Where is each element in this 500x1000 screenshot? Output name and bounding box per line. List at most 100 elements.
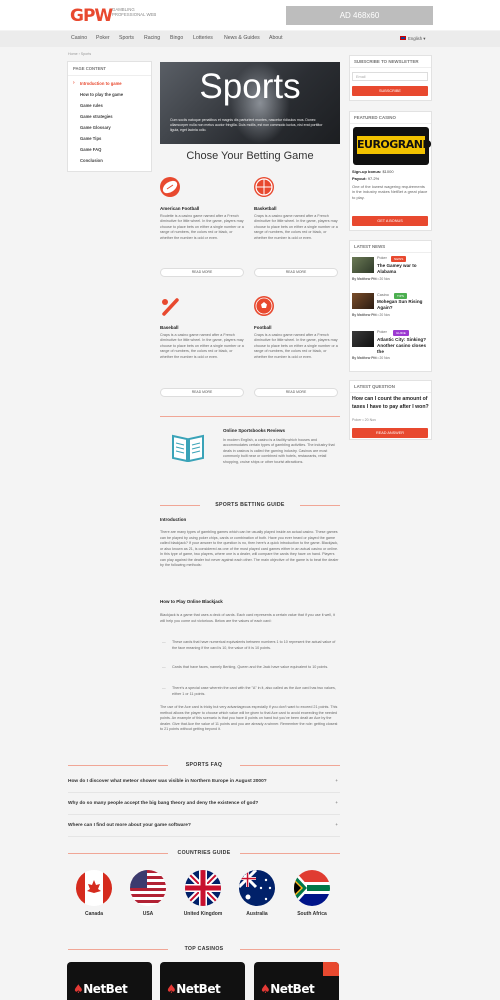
- country-name[interactable]: USA: [118, 911, 178, 917]
- news-category: Casino: [377, 293, 389, 297]
- expand-icon: +: [335, 779, 338, 784]
- game-description: Craps is a casino game named after a Fre…: [254, 214, 338, 240]
- nav-item-news-guides[interactable]: News & Guides: [224, 35, 260, 41]
- guide-title: SPORTS BETTING GUIDE: [160, 502, 340, 508]
- site-logo[interactable]: GPW: [70, 6, 113, 26]
- game-description: Roulette is a casino game named after a …: [160, 214, 244, 240]
- news-category: Poker: [377, 256, 387, 260]
- country-name[interactable]: Canada: [64, 911, 124, 917]
- faq-item[interactable]: Why do so many people accept the big ban…: [68, 797, 340, 815]
- news-thumbnail: [352, 331, 374, 347]
- casino-card[interactable]: ♠NetBet: [67, 962, 152, 1000]
- nav-item-casino[interactable]: Casino: [71, 35, 87, 41]
- canada-flag-icon[interactable]: [76, 870, 112, 906]
- question-title: LATEST QUESTION: [350, 381, 431, 393]
- hero-title: Sports: [199, 67, 301, 106]
- basketball-icon: [254, 177, 274, 197]
- news-headline[interactable]: Atlantic City: Sinking? Another casino c…: [377, 337, 433, 355]
- nav-item-sports[interactable]: Sports: [119, 35, 134, 41]
- news-date: • 20 Nov: [377, 356, 390, 360]
- toc-item-rules[interactable]: Game rules: [68, 100, 151, 111]
- nav-item-poker[interactable]: Poker: [96, 35, 110, 41]
- news-thumbnail: [352, 257, 374, 273]
- toc-item-tips[interactable]: Game Tips: [68, 133, 151, 144]
- australia-flag-icon[interactable]: [239, 870, 275, 906]
- question-meta: Poker • 20 Nov: [352, 418, 377, 422]
- toc-item-strategies[interactable]: Game strategies: [68, 111, 151, 122]
- language-label: English ▾: [408, 36, 426, 41]
- subscribe-button[interactable]: SUBSCRIBE: [352, 86, 428, 96]
- news-headline[interactable]: The Gamey war to Alabama: [377, 263, 433, 275]
- game-name: American Football: [160, 206, 200, 211]
- news-tag: NEWS: [391, 256, 407, 262]
- casino-card[interactable]: ♠NetBet: [254, 962, 339, 1000]
- country-name[interactable]: Australia: [227, 911, 287, 917]
- email-input[interactable]: Email: [352, 72, 428, 81]
- ad-banner[interactable]: AD 468x60: [286, 6, 433, 25]
- hero-banner: Sports Cum sociis natoque penatibus et m…: [160, 62, 340, 144]
- read-more-button[interactable]: READ MORE: [254, 388, 338, 397]
- logo-tagline: Gambling Professional Web: [112, 7, 157, 17]
- featured-title: FEATURED CASINO: [350, 112, 431, 124]
- game-description: Craps is a casino game named after a Fre…: [160, 333, 244, 359]
- breadcrumb[interactable]: Home › Sports: [68, 52, 91, 56]
- main-nav: Casino Poker Sports Racing Bingo Lotteri…: [0, 31, 500, 47]
- nav-item-bingo[interactable]: Bingo: [170, 35, 183, 41]
- outro-paragraph: The use of the Ace card is tricky but ve…: [160, 705, 338, 731]
- expand-icon: +: [335, 823, 338, 828]
- news-author: By Matthew Pitt: [352, 356, 377, 360]
- faq-item[interactable]: Where can I find out more about your gam…: [68, 819, 340, 837]
- ribbon-badge: [323, 962, 339, 976]
- eurogrand-logo[interactable]: EUROGRAND: [353, 127, 432, 165]
- toc-item-conclusion[interactable]: Conclusion: [68, 155, 151, 166]
- payout-value: 97.2%: [367, 176, 380, 181]
- football-icon: [160, 177, 180, 197]
- news-thumbnail: [352, 293, 374, 309]
- get-bonus-button[interactable]: GET A BONUS: [352, 216, 428, 226]
- news-tag: GUIDE: [393, 330, 409, 336]
- reviews-title[interactable]: Online Sportsbooks Reviews: [223, 428, 285, 433]
- netbet-logo: ♠NetBet: [166, 982, 221, 996]
- toc-item-introduction[interactable]: Introduction to game: [68, 78, 151, 89]
- expand-icon: +: [335, 801, 338, 806]
- faq-item[interactable]: How do I discover what meteor shower was…: [68, 775, 340, 793]
- news-byline: By Matthew Pitt • 20 Nov: [352, 313, 390, 317]
- read-more-button[interactable]: READ MORE: [160, 268, 244, 277]
- question-text[interactable]: How can I count the amount of taxes I ha…: [352, 395, 430, 411]
- usa-flag-icon[interactable]: [130, 870, 166, 906]
- divider: [160, 416, 340, 417]
- casino-card[interactable]: ♠NetBet: [160, 962, 245, 1000]
- news-category: Poker: [377, 330, 387, 334]
- casino-brand: EUROGRAND: [357, 136, 432, 154]
- countries-title: COUNTRIES GUIDE: [68, 850, 340, 856]
- toc-title: PAGE CONTENT: [68, 62, 151, 76]
- bonus-value: $1000: [382, 169, 394, 174]
- news-byline: By Matthew Pitt • 20 Nov: [352, 356, 390, 360]
- south-africa-flag-icon[interactable]: [294, 870, 330, 906]
- nav-item-racing[interactable]: Racing: [144, 35, 160, 41]
- read-answer-button[interactable]: READ ANSWER: [352, 428, 428, 438]
- netbet-logo: ♠NetBet: [260, 982, 315, 996]
- news-headline[interactable]: Mohegan Sun Rising Again?: [377, 299, 433, 311]
- read-more-button[interactable]: READ MORE: [160, 388, 244, 397]
- faq-question: Why do so many people accept the big ban…: [68, 801, 259, 806]
- list-item: Cards that have faces, namely Berking, Q…: [162, 665, 338, 671]
- country-name[interactable]: United Kingdom: [173, 911, 233, 917]
- faq-question: How do I discover what meteor shower was…: [68, 779, 267, 784]
- nav-item-about[interactable]: About: [269, 35, 283, 41]
- language-selector[interactable]: English ▾: [400, 36, 425, 42]
- payout-label: Payout:: [352, 176, 367, 181]
- toc-item-glossary[interactable]: Game Glossary: [68, 122, 151, 133]
- faq-question: Where can I find out more about your gam…: [68, 823, 191, 828]
- nav-item-lotteries[interactable]: Lotteries: [193, 35, 213, 41]
- game-name: Baseball: [160, 325, 179, 330]
- toc-item-how-to-play[interactable]: How to play the game: [68, 89, 151, 100]
- news-date: • 20 Nov: [377, 313, 390, 317]
- uk-flag-icon: [400, 36, 406, 40]
- read-more-button[interactable]: READ MORE: [254, 268, 338, 277]
- newsletter-title: SUBSCRIBE TO NEWSLETTER: [350, 56, 431, 68]
- uk-flag-icon[interactable]: [185, 870, 221, 906]
- toc-item-faq[interactable]: Game FAQ: [68, 144, 151, 155]
- country-name[interactable]: South Africa: [282, 911, 342, 917]
- list-item: These cards that have numerical equivale…: [162, 640, 338, 651]
